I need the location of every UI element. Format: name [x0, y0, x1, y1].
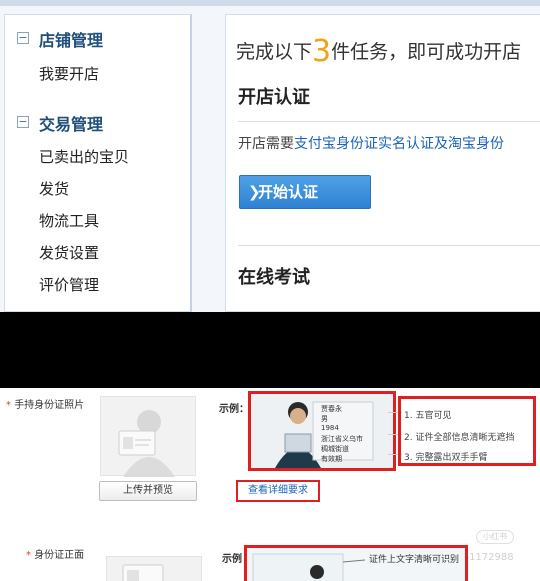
task-suffix: 件任务，即可成功开店: [331, 41, 522, 63]
open-shop-heading: 开店认证: [238, 87, 310, 108]
task-count: 3: [312, 34, 332, 69]
sample-card-validity: 有效期: [321, 455, 342, 463]
view-details-link[interactable]: 查看详细要求: [236, 480, 320, 502]
sidebar-item-ship[interactable]: 发货: [39, 178, 69, 199]
chevron-right-icon: ❯: [248, 183, 261, 201]
id-front-label: * 身份证正面: [26, 550, 85, 561]
sidebar-section-trade[interactable]: − 交易管理: [5, 107, 191, 139]
id-front-placeholder[interactable]: [106, 556, 202, 581]
sidebar-item-logistics[interactable]: 物流工具: [39, 210, 99, 231]
example-label: 示例：: [219, 404, 249, 415]
sidebar-item-ship-settings[interactable]: 发货设置: [39, 242, 99, 263]
verification-link[interactable]: 支付宝身份证实名认证及淘宝身份: [294, 136, 504, 152]
example-photo-frame: 贾春永 男 1984 浙江省义乌市 稠城街道 有效期: [248, 391, 396, 471]
sample-card-name: 贾春永: [321, 405, 342, 413]
handheld-id-label: * 手持身份证照片: [6, 400, 85, 411]
required-mark: *: [6, 400, 11, 411]
photo-placeholder[interactable]: [100, 396, 196, 477]
divider: [238, 245, 540, 246]
sidebar-item-open-shop[interactable]: 我要开店: [39, 63, 99, 84]
sample-card-year: 1984: [321, 424, 339, 432]
collapse-icon[interactable]: −: [17, 116, 29, 128]
main-content: 完成以下3件任务，即可成功开店 开店认证 开店需要支付宝身份证实名认证及淘宝身份…: [225, 14, 540, 312]
id-card-icon: [122, 564, 164, 581]
id-front-example-frame: 证件上文字清晰可识别: [244, 545, 468, 581]
required-mark: *: [26, 550, 31, 561]
sidebar: − 店铺管理 我要开店 − 交易管理 已卖出的宝贝 发货 物流工具 发货设置 评…: [4, 14, 192, 312]
rule-item: 3. 完整露出双手手臂: [404, 453, 488, 463]
top-strip: [0, 0, 540, 6]
seller-center-panel: − 店铺管理 我要开店 − 交易管理 已卖出的宝贝 发货 物流工具 发货设置 评…: [0, 0, 540, 312]
sidebar-section-title: 店铺管理: [39, 31, 104, 50]
black-band: [0, 312, 540, 388]
sample-card-address: 浙江省义乌市: [321, 435, 363, 443]
example-label: 示例: [222, 554, 242, 565]
sidebar-item-reviews[interactable]: 评价管理: [39, 274, 99, 295]
divider: [238, 121, 540, 122]
task-prefix: 完成以下: [236, 41, 313, 63]
front-note: 证件上文字清晰可识别: [369, 555, 460, 565]
online-exam-heading: 在线考试: [238, 267, 310, 288]
rule-item: 2. 证件全部信息清晰无遮挡: [404, 433, 515, 443]
start-verification-button[interactable]: ❯ 开始认证: [239, 175, 371, 209]
id-upload-form: * 手持身份证照片 上传并预览 示例： 贾春永 男 1984 浙江省义乌市 稠城…: [0, 388, 540, 581]
upload-preview-button[interactable]: 上传并预览: [99, 481, 197, 501]
id-card-person-icon: [118, 410, 175, 477]
start-button-label: 开始认证: [258, 183, 319, 201]
sample-card-gender: 男: [321, 415, 328, 423]
rule-item: 1. 五官可见: [404, 411, 452, 421]
desc-text: 开店需要: [238, 136, 294, 152]
sidebar-item-sold[interactable]: 已卖出的宝贝: [39, 146, 129, 167]
verification-description: 开店需要支付宝身份证实名认证及淘宝身份: [238, 133, 504, 153]
task-summary: 完成以下3件任务，即可成功开店: [236, 31, 522, 69]
sidebar-section-title: 交易管理: [39, 115, 104, 134]
sample-card-street: 稠城街道: [321, 445, 349, 453]
sidebar-section-shop[interactable]: − 店铺管理: [5, 23, 191, 55]
collapse-icon[interactable]: −: [17, 32, 29, 44]
watermark-badge: 小红书: [476, 530, 514, 544]
